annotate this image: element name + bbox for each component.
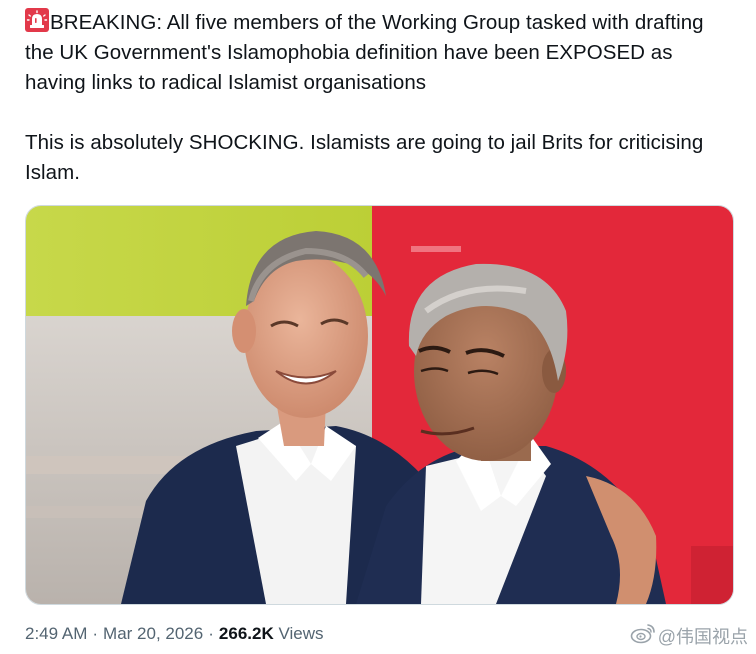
tweet-photo[interactable]	[25, 205, 734, 605]
tweet-date[interactable]: Mar 20, 2026	[103, 624, 203, 643]
tweet-paragraph-1-text: BREAKING: All five members of the Workin…	[25, 11, 704, 94]
views-count: 266.2K	[218, 624, 274, 643]
tweet-text: BREAKING: All five members of the Workin…	[25, 8, 725, 188]
tweet-paragraph-1: BREAKING: All five members of the Workin…	[25, 8, 725, 98]
meta-separator: ·	[92, 624, 99, 643]
views-label: Views	[278, 624, 324, 643]
rotating-light-icon	[25, 8, 49, 32]
meta-separator: ·	[208, 624, 214, 643]
tweet-time[interactable]: 2:49 AM	[25, 624, 87, 643]
watermark: @伟国视点	[630, 622, 748, 649]
weibo-logo-icon	[630, 622, 656, 649]
tweet: BREAKING: All five members of the Workin…	[0, 0, 756, 654]
tweet-paragraph-2: This is absolutely SHOCKING. Islamists a…	[25, 131, 704, 184]
tweet-metadata: 2:49 AM · Mar 20, 2026 · 266.2K Views	[25, 624, 324, 644]
photo-illustration	[26, 206, 733, 604]
watermark-text: @伟国视点	[657, 626, 748, 647]
